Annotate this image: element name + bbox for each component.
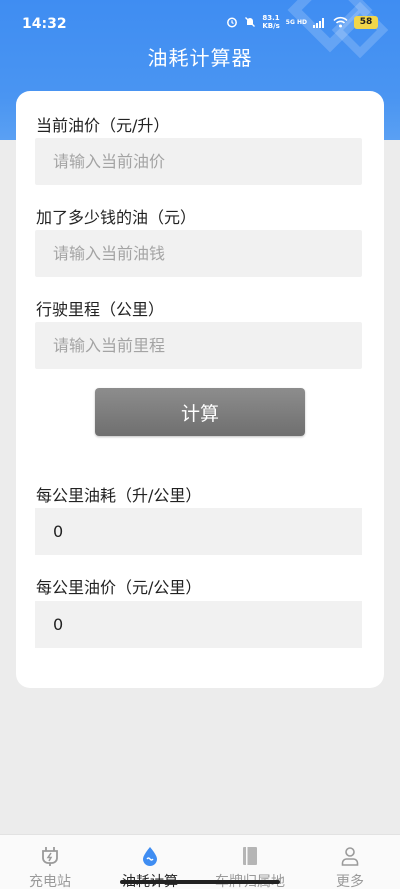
charging-plug-icon (42, 847, 58, 866)
fuel-drop-icon (143, 847, 157, 866)
network-speed-unit: KB/s (262, 22, 280, 30)
consumption-label: 每公里油耗（升/公里） (36, 486, 202, 505)
home-indicator[interactable] (120, 880, 280, 884)
signal-icon (313, 17, 324, 28)
status-bar: 14:32 83.1 KB/s 5G HD 58 (0, 0, 400, 46)
alarm-icon (227, 17, 238, 28)
network-type: 5G HD (285, 18, 307, 26)
calculator-card: 当前油价（元/升） 加了多少钱的油（元） 行驶里程（公里） 计算 每公里油耗（升… (16, 91, 384, 688)
fuel-price-label: 当前油价（元/升） (36, 116, 170, 135)
book-icon (243, 847, 257, 865)
distance-input[interactable] (35, 322, 362, 369)
page-title: 油耗计算器 (147, 46, 253, 70)
nav-label-more: 更多 (336, 874, 364, 889)
cost-per-km-label: 每公里油价（元/公里） (36, 578, 202, 597)
status-icons: 83.1 KB/s 5G HD 58 (226, 14, 378, 30)
distance-label: 行驶里程（公里） (36, 300, 165, 319)
wifi-icon (333, 16, 348, 28)
fuel-money-label: 加了多少钱的油（元） (36, 208, 197, 227)
status-time: 14:32 (22, 16, 67, 32)
calculate-button[interactable]: 计算 (95, 388, 305, 436)
fuel-money-input[interactable] (35, 230, 362, 277)
mute-icon (245, 17, 256, 27)
nav-item-charging[interactable]: 充电站 (0, 835, 100, 889)
fuel-price-input[interactable] (35, 138, 362, 185)
nav-label-charging: 充电站 (29, 874, 71, 889)
consumption-value: 0 (35, 508, 362, 555)
cost-per-km-value: 0 (35, 601, 362, 648)
network-speed: 83.1 KB/s (262, 14, 279, 30)
network-speed-value: 83.1 (262, 14, 280, 22)
person-icon (341, 847, 359, 866)
nav-item-more[interactable]: 更多 (300, 835, 400, 889)
battery-level: 58 (354, 15, 378, 29)
